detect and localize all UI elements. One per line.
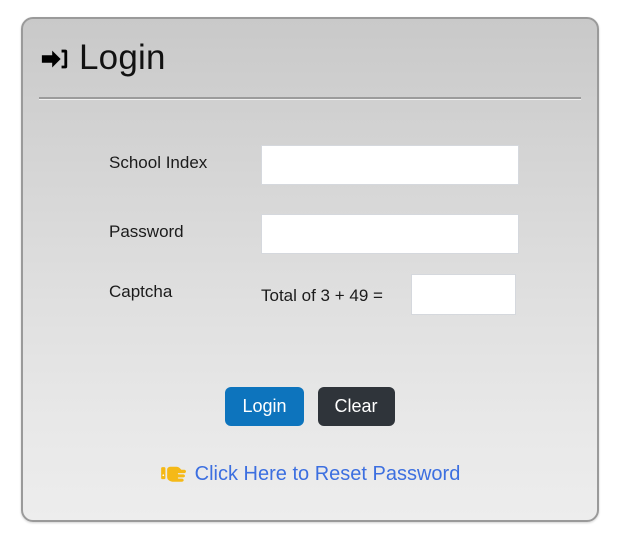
pointing-hand-right-icon — [160, 466, 186, 482]
password-input[interactable] — [261, 214, 519, 254]
reset-password-row: Click Here to Reset Password — [23, 462, 597, 486]
school-index-input[interactable] — [261, 145, 519, 185]
clear-button[interactable]: Clear — [317, 387, 395, 426]
login-form: School Index Password Captcha Total of 3… — [23, 119, 597, 520]
sign-in-arrow-icon — [41, 49, 68, 68]
form-row-school-index: School Index — [109, 145, 549, 185]
page-title: Login — [79, 37, 166, 77]
password-label: Password — [109, 222, 184, 241]
captcha-input[interactable] — [411, 274, 516, 315]
form-row-password: Password — [109, 214, 549, 254]
panel-header: Login — [23, 19, 597, 95]
school-index-label: School Index — [109, 153, 208, 172]
form-row-captcha: Captcha Total of 3 + 49 = — [109, 274, 549, 315]
captcha-label: Captcha — [109, 282, 173, 301]
login-button[interactable]: Login — [225, 387, 304, 426]
button-row: Login Clear — [23, 387, 597, 426]
header-divider — [39, 97, 581, 100]
captcha-question: Total of 3 + 49 = — [261, 286, 383, 305]
login-panel: Login School Index Password Captcha Tota… — [21, 17, 599, 522]
reset-password-link[interactable]: Click Here to Reset Password — [195, 463, 461, 486]
